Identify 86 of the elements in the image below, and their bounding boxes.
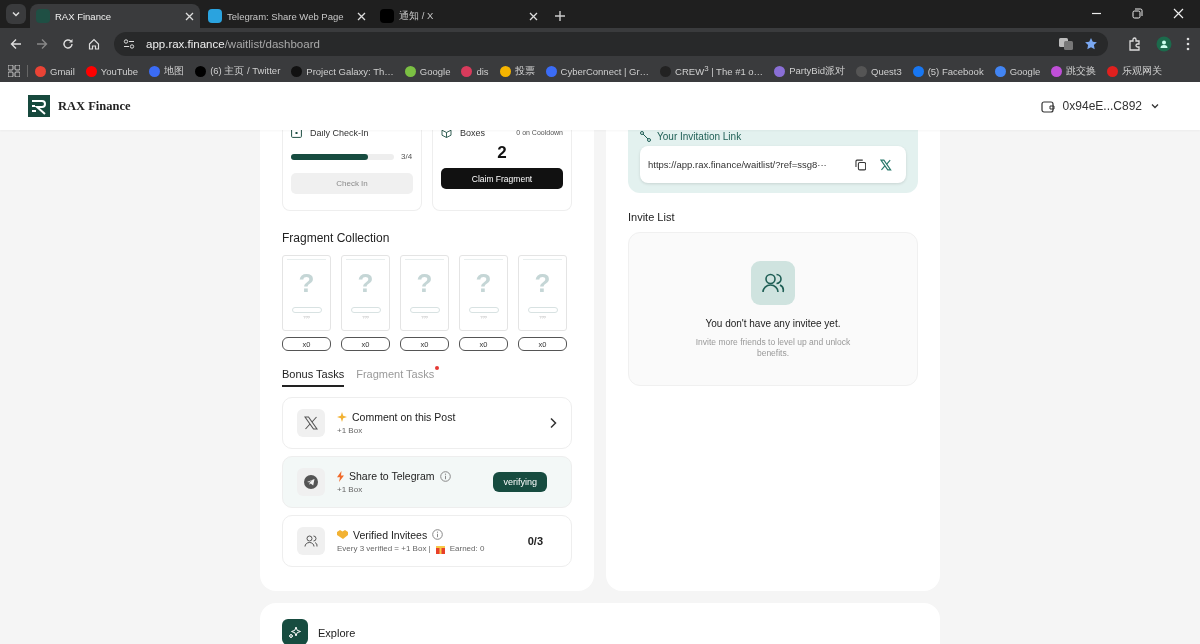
- gift-icon: [435, 543, 445, 554]
- people-icon: [304, 534, 318, 548]
- empty-state-title: You don't have any invitee yet.: [705, 318, 841, 329]
- bookmark[interactable]: (6) 主页 / Twitter: [195, 64, 281, 78]
- translate-icon[interactable]: [1058, 37, 1074, 51]
- task-tab[interactable]: Bonus Tasks: [282, 365, 345, 387]
- forward-icon[interactable]: [36, 38, 48, 50]
- chevron-right-icon: [549, 417, 557, 429]
- calendar-icon: [291, 130, 302, 138]
- tab-search-button[interactable]: [6, 4, 26, 24]
- task-title: Comment on this Post: [352, 411, 456, 423]
- task-card[interactable]: Share to Telegram +1 Box verifying: [282, 456, 572, 508]
- question-mark: ?: [357, 268, 374, 298]
- section-title: Invite List: [628, 211, 676, 223]
- card-title: Boxes: [460, 130, 485, 138]
- site-info-icon[interactable]: [122, 37, 136, 51]
- close-icon[interactable]: [357, 11, 366, 21]
- telegram-icon: [304, 475, 318, 489]
- browser-tab[interactable]: Telegram: Share Web Page: [202, 4, 372, 28]
- logo-icon: [28, 95, 50, 117]
- extensions-icon[interactable]: [1128, 37, 1142, 51]
- share-link-icon: [640, 131, 651, 142]
- chevron-down-icon: [1150, 101, 1160, 111]
- bookmark[interactable]: Google: [994, 65, 1041, 77]
- bookmark[interactable]: 投票: [499, 64, 535, 78]
- address-bar[interactable]: app.rax.finance/waitlist/dashboard: [114, 32, 1108, 56]
- bookmark[interactable]: 乐观网关: [1107, 64, 1163, 78]
- bookmark[interactable]: dis: [461, 65, 489, 77]
- invitation-title: Your Invitation Link: [657, 131, 742, 142]
- apps-icon[interactable]: [8, 65, 20, 77]
- back-icon[interactable]: [10, 38, 22, 50]
- task-reward: Every 3 verified = +1 Box |: [337, 544, 431, 553]
- bookmark[interactable]: Quest3: [856, 65, 902, 77]
- brand-name: RAX Finance: [58, 98, 131, 114]
- empty-state-text: Invite more friends to level up and unlock benefits.: [694, 337, 852, 359]
- task-card[interactable]: Comment on this Post +1 Box: [282, 397, 572, 449]
- task-card[interactable]: Verified Invitees Every 3 verified = +1 Box | Earned: 0 0/3: [282, 515, 572, 567]
- bookmark[interactable]: CyberConnect | Gr…: [545, 65, 650, 77]
- box-count: 2: [496, 143, 508, 163]
- x-logo-icon: [304, 416, 318, 430]
- bookmark[interactable]: (5) Facebook: [912, 65, 984, 77]
- earned-count: Earned: 0: [449, 544, 485, 553]
- bookmark[interactable]: Google: [404, 65, 451, 77]
- verifying-button[interactable]: verifying: [493, 472, 547, 492]
- star-icon[interactable]: [1084, 37, 1098, 51]
- bookmark[interactable]: CREW$^{3}$ | The #1 o…: [660, 64, 764, 78]
- task-title: Verified Invitees: [353, 528, 428, 541]
- question-mark: ?: [298, 268, 315, 298]
- task-title: Share to Telegram: [349, 470, 435, 482]
- task-reward: +1 Box: [337, 485, 363, 494]
- lightning-icon: [337, 470, 344, 482]
- browser-tab[interactable]: 通知 / X: [374, 4, 544, 28]
- profile-avatar-icon[interactable]: [1156, 36, 1172, 52]
- question-mark: ?: [475, 268, 492, 298]
- people-icon: [751, 261, 795, 305]
- close-icon[interactable]: [529, 11, 538, 21]
- invitation-link-field[interactable]: https://app.rax.finance/waitlist/?ref=ssg8···: [640, 146, 906, 183]
- sparkle-icon: [337, 412, 347, 422]
- close-icon[interactable]: [1173, 8, 1184, 19]
- progress-count: 3/4: [401, 152, 413, 161]
- copy-icon[interactable]: [854, 158, 867, 171]
- wallet-button[interactable]: 0x94eE...C892: [1040, 99, 1160, 113]
- task-reward: +1 Box: [337, 426, 363, 435]
- wallet-icon: [1040, 99, 1055, 113]
- question-mark: ?: [534, 268, 551, 298]
- bookmark[interactable]: YouTube: [85, 65, 139, 77]
- info-icon[interactable]: [432, 529, 444, 540]
- x-logo-icon[interactable]: [880, 158, 892, 171]
- bookmark[interactable]: Gmail: [35, 65, 75, 77]
- question-mark: ?: [416, 268, 433, 298]
- bookmark[interactable]: Project Galaxy: Th…: [291, 65, 394, 77]
- menu-icon[interactable]: [1186, 37, 1190, 51]
- browser-tab[interactable]: RAX Finance: [30, 4, 200, 28]
- new-tab-icon[interactable]: [554, 10, 566, 22]
- claim-fragment-button[interactable]: Claim Fragment: [441, 168, 563, 189]
- section-title: Explore: [318, 627, 356, 639]
- bookmark[interactable]: 地图: [149, 64, 185, 78]
- restore-icon[interactable]: [1132, 8, 1143, 19]
- task-progress: 0/3: [527, 535, 543, 547]
- section-title: Fragment Collection: [282, 231, 391, 245]
- bookmark[interactable]: PartyBid派对: [774, 64, 846, 78]
- home-icon[interactable]: [88, 38, 100, 50]
- close-icon[interactable]: [185, 11, 194, 21]
- bookmark[interactable]: 跳交换: [1051, 64, 1097, 78]
- reload-icon[interactable]: [62, 38, 74, 50]
- chevron-down-icon: [11, 9, 21, 19]
